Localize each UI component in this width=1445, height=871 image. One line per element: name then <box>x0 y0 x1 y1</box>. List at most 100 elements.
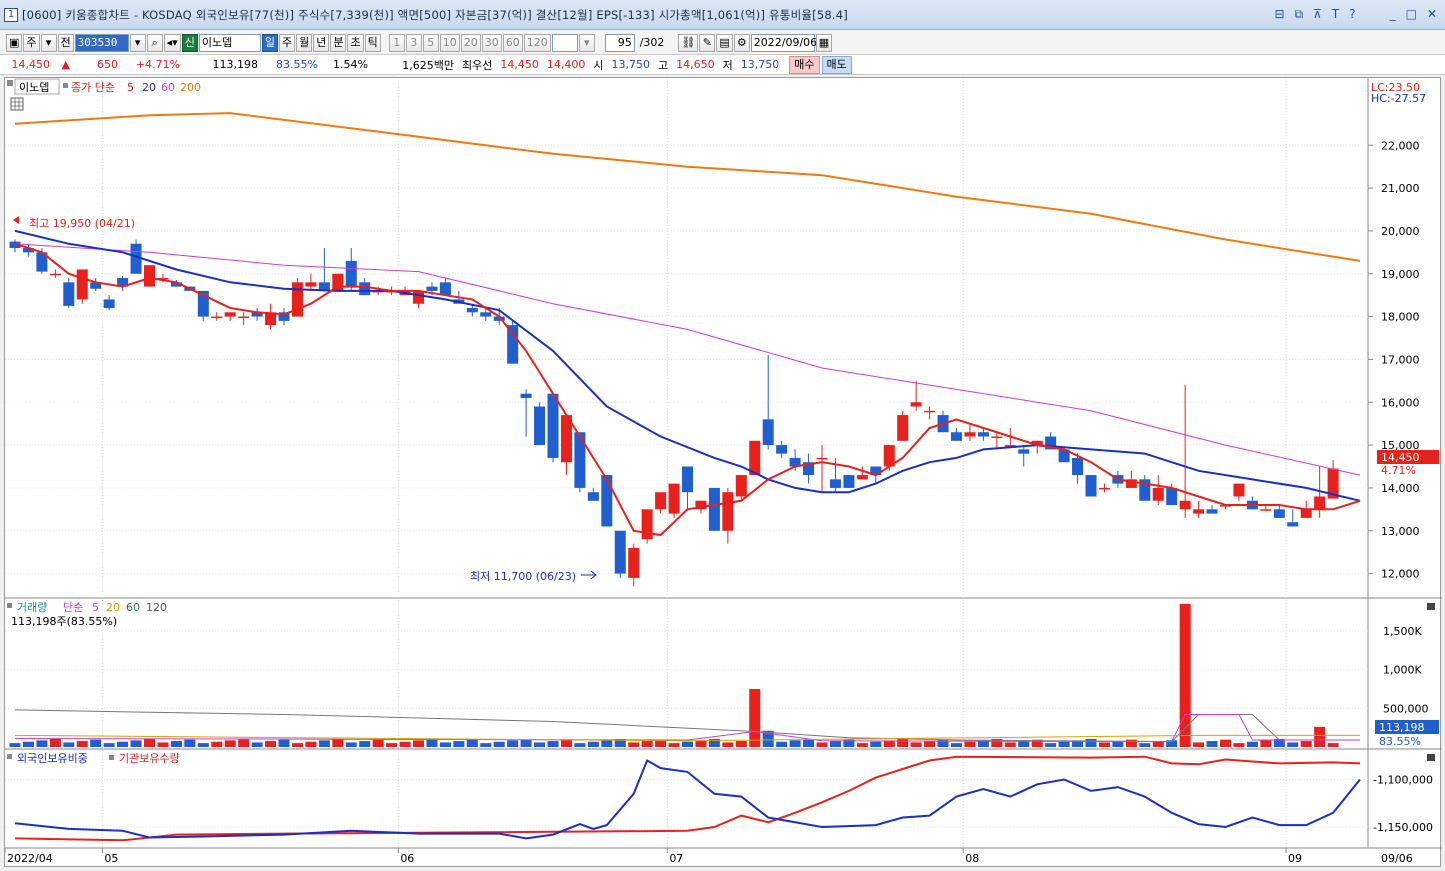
interval-5[interactable]: 5 <box>422 33 439 52</box>
date-input[interactable]: 2022/09/06 <box>750 33 817 52</box>
chart-type-icon[interactable]: ▣ <box>6 33 23 52</box>
interval-dropdown-icon[interactable]: ▾ <box>578 33 595 52</box>
minimize-icon[interactable]: _ <box>1390 7 1396 22</box>
candle-body <box>682 466 693 493</box>
bar-total-label: /302 <box>639 36 665 49</box>
volume-bar <box>332 738 344 747</box>
period-day-tab[interactable]: 일 <box>261 33 278 52</box>
code-dropdown-icon[interactable]: ▾ <box>129 33 146 52</box>
search-icon[interactable]: ⌕ <box>146 33 163 52</box>
candle-body <box>144 265 155 287</box>
trade-amount: 1,625백만 <box>402 58 454 72</box>
holding-panel-handle-icon[interactable] <box>7 754 12 759</box>
holding-panel-close-icon[interactable] <box>1427 754 1435 761</box>
link-icon[interactable]: ⛓ <box>678 33 699 52</box>
volume-panel-close-icon[interactable] <box>1427 603 1435 610</box>
volume-bar <box>816 742 828 747</box>
interval-30[interactable]: 30 <box>481 33 502 52</box>
candle-body <box>480 312 492 317</box>
candle-body <box>910 402 922 407</box>
interval-10[interactable]: 10 <box>439 33 460 52</box>
x-tick-label: 05 <box>104 852 118 865</box>
all-market-button[interactable]: 전 <box>57 33 74 52</box>
volume-bar <box>560 739 572 747</box>
panel-handle-icon[interactable] <box>7 80 13 86</box>
ma60-legend: 60 <box>161 81 175 94</box>
interval-20[interactable]: 20 <box>460 33 481 52</box>
high-price: 14,650 <box>676 58 715 71</box>
period-second-tab[interactable]: 초 <box>347 33 364 52</box>
candle-body <box>749 440 761 476</box>
ma200-legend: 200 <box>180 81 201 94</box>
candle-body <box>1287 522 1299 527</box>
interval-3[interactable]: 3 <box>405 33 422 52</box>
save-icon[interactable]: ▤ <box>716 33 733 52</box>
period-week-tab[interactable]: 주 <box>278 33 296 52</box>
pin-icon[interactable]: ⊼ <box>1313 7 1322 22</box>
help-icon[interactable]: ? <box>1349 7 1355 22</box>
volume-bar <box>1098 742 1110 747</box>
speaker-icon[interactable]: ◂▾ <box>163 33 181 52</box>
restore-icon[interactable]: ⧉ <box>1295 7 1304 22</box>
volume-ma-label: 단순 <box>63 601 83 614</box>
high-arrow-icon <box>13 216 19 224</box>
vol-ma120-legend: 120 <box>146 601 167 614</box>
volume-panel-handle-icon[interactable] <box>7 603 12 608</box>
volume-bar <box>547 741 559 747</box>
high-annotation: 최고 19,950 (04/21) <box>29 217 135 230</box>
period-minute-tab[interactable]: 분 <box>330 33 347 52</box>
volume-bar <box>1287 742 1299 747</box>
buy-button[interactable]: 매수 <box>789 55 820 74</box>
candle-body <box>641 509 653 540</box>
market-select[interactable]: 주 <box>23 33 40 52</box>
volume-bar <box>211 741 223 747</box>
legend-bullet-icon <box>63 83 68 88</box>
period-year-tab[interactable]: 년 <box>313 33 330 52</box>
foreign-holding-legend: 외국인보유비중 <box>17 752 88 765</box>
volume-bar <box>1152 741 1164 747</box>
hc-label: HC:-27.57 <box>1371 92 1426 105</box>
volume-bar <box>453 741 465 747</box>
candle-body <box>655 492 667 510</box>
stock-code-input[interactable]: 303530 <box>74 33 129 52</box>
table-grid-icon[interactable] <box>10 97 24 111</box>
candle-body <box>1273 509 1285 518</box>
candle-body <box>547 393 559 458</box>
volume-bar <box>144 738 155 747</box>
turnover-rate: 1.54% <box>333 58 368 71</box>
volume-bar <box>574 743 586 747</box>
draw-tool-icon[interactable]: ✎ <box>699 33 716 52</box>
calendar-icon[interactable]: ▦ <box>815 33 833 52</box>
ask-price: 14,450 <box>500 58 539 71</box>
candle-body <box>722 492 734 531</box>
interval-120[interactable]: 120 <box>523 33 551 52</box>
candle-body <box>816 457 828 460</box>
period-tick-tab[interactable]: 틱 <box>364 33 381 52</box>
period-month-tab[interactable]: 월 <box>296 33 313 52</box>
custom-interval-input[interactable] <box>551 33 578 52</box>
interval-60[interactable]: 60 <box>502 33 523 52</box>
low-label: 저 <box>722 58 733 72</box>
volume-bar <box>63 742 75 747</box>
holding-tick-label: -1,150,000 <box>1373 821 1433 834</box>
gear-icon[interactable]: ⚙ <box>733 33 750 52</box>
layout-icon[interactable]: ⊟ <box>1274 7 1284 22</box>
volume-bar <box>695 740 707 747</box>
close-icon[interactable]: ✕ <box>1427 7 1437 22</box>
interval-1[interactable]: 1 <box>388 33 405 52</box>
market-dropdown-icon[interactable]: ▾ <box>40 33 57 52</box>
candle-body <box>63 282 75 306</box>
volume-bar <box>829 741 841 747</box>
bar-count-input[interactable]: 95 <box>604 33 635 52</box>
volume-bar <box>924 741 936 747</box>
price-tick-label: 14,000 <box>1381 482 1420 495</box>
sell-button[interactable]: 매도 <box>821 55 852 74</box>
price-tick-label: 18,000 <box>1381 311 1420 324</box>
volume-bar <box>534 742 546 747</box>
text-icon[interactable]: T <box>1332 7 1339 22</box>
stock-name-field[interactable]: 이노뎁 <box>198 33 261 52</box>
maximize-icon[interactable]: □ <box>1406 7 1417 22</box>
chart-svg[interactable]: 22,000 21,000 20,000 19,000 18,000 17,000 16,0… <box>4 78 1442 868</box>
volume-bar <box>170 741 182 747</box>
chart-area[interactable]: 22,000 21,000 20,000 19,000 18,000 17,000 16,0… <box>4 77 1442 868</box>
